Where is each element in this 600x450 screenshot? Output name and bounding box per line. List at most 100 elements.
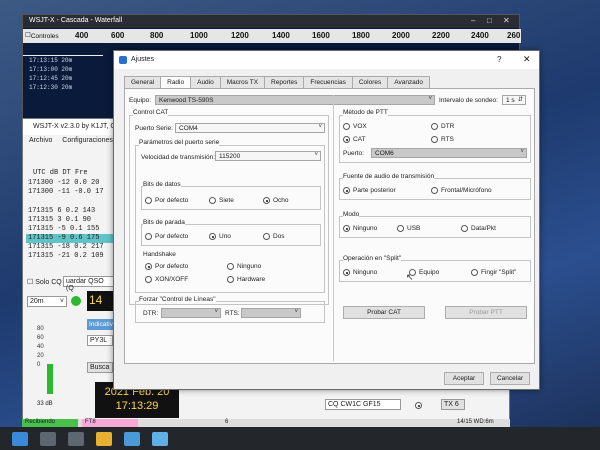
control-cat-title: Control CAT: [133, 109, 169, 116]
modo-ninguno-radio[interactable]: [343, 225, 350, 232]
decode-row[interactable]: 171315 -21 0.2 109: [26, 252, 116, 261]
equipo-select[interactable]: Kenwood TS-590S ˅: [155, 95, 435, 105]
split-ninguno-radio[interactable]: [343, 269, 350, 276]
help-icon[interactable]: ?: [497, 55, 501, 64]
chevron-down-icon: ˅: [314, 152, 318, 158]
tab-frecuencias[interactable]: Frecuencias: [303, 76, 353, 88]
radio-label: VOX: [353, 123, 367, 130]
search-icon[interactable]: [40, 431, 56, 446]
bits-parada-dos-radio[interactable]: [263, 233, 270, 240]
dtr-label: DTR:: [143, 310, 159, 317]
forzar-title: Forzar "Control de Líneas": [139, 296, 216, 303]
controls-checkbox-label[interactable]: ☐ Controles: [25, 31, 59, 40]
decode-row-highlighted[interactable]: 171315 -9 0.6 175: [26, 234, 116, 243]
minimize-icon[interactable]: –: [471, 16, 475, 25]
decode-row[interactable]: 171315 -18 0.2 217: [26, 243, 116, 252]
radio-label: Por defecto: [155, 197, 189, 204]
probar-cat-button[interactable]: Probar CAT: [343, 306, 425, 319]
tab-avanzado[interactable]: Avanzado: [387, 76, 431, 88]
file-explorer-icon[interactable]: [96, 431, 112, 446]
scale-tick: 1200: [231, 31, 249, 40]
menu-item-configuraciones[interactable]: Configuraciones: [62, 137, 113, 144]
scale-tick: 260: [507, 31, 521, 40]
tab-bar: General Radio Audio Macros TX Reportes F…: [124, 76, 431, 89]
radio-label: Hardware: [237, 276, 266, 283]
bits-datos-siete-radio[interactable]: [209, 197, 216, 204]
tx-radio[interactable]: [415, 402, 422, 409]
tab-audio[interactable]: Audio: [190, 76, 221, 88]
radio-label: RTS: [441, 136, 454, 143]
intervalo-label: Intervalo de sondeo:: [439, 97, 498, 104]
rts-select[interactable]: ˅: [241, 308, 301, 318]
intervalo-spinner[interactable]: 1 s ⇵: [502, 95, 526, 105]
tab-general[interactable]: General: [124, 76, 162, 88]
tx-message-field[interactable]: CQ CW1C GF15: [325, 399, 401, 410]
close-icon[interactable]: ✕: [503, 16, 510, 25]
ptt-cat-radio[interactable]: [343, 136, 350, 143]
solo-cq-checkbox[interactable]: ☐ Solo CQ: [27, 278, 62, 286]
bits-parada-uno-radio[interactable]: [209, 233, 216, 240]
band-select[interactable]: 20m ˅: [27, 296, 67, 307]
task-view-icon[interactable]: [68, 431, 84, 446]
decode-row[interactable]: 171300 -12 0.0 20: [26, 179, 116, 188]
scale-tick: 2000: [392, 31, 410, 40]
bits-datos-ocho-radio[interactable]: [263, 197, 270, 204]
close-icon[interactable]: ✕: [523, 54, 531, 65]
tab-colores[interactable]: Colores: [351, 76, 389, 88]
guardar-qso-button[interactable]: uardar QSO (Q: [63, 276, 115, 292]
mail-icon[interactable]: [152, 431, 168, 446]
aceptar-button[interactable]: Aceptar: [444, 372, 484, 385]
waterfall-row: 17:12:30 20m: [29, 84, 73, 91]
chevron-down-icon: ˅: [318, 124, 322, 130]
puerto-serie-select[interactable]: COM4 ˅: [175, 123, 325, 133]
handshake-ninguno-radio[interactable]: [227, 263, 234, 270]
radio-label: CAT: [353, 136, 366, 143]
clock-time: 17:13:29: [115, 400, 159, 412]
modo-usb-radio[interactable]: [397, 225, 404, 232]
waterfall-row: 17:13:15 20m: [29, 57, 73, 64]
scale-tick: 1000: [190, 31, 208, 40]
split-fingir-radio[interactable]: [471, 269, 478, 276]
dtr-select[interactable]: ˅: [161, 308, 221, 318]
audio-front-radio[interactable]: [431, 187, 438, 194]
ptt-puerto-select[interactable]: COM6 ˅: [371, 148, 527, 158]
probar-ptt-button[interactable]: Probar PTT: [445, 306, 527, 319]
tx6-button[interactable]: TX 6: [441, 399, 465, 410]
radio-label: Fingir "Split": [481, 269, 517, 276]
velocidad-label: Velocidad de transmisión:: [141, 154, 216, 161]
maximize-icon[interactable]: □: [487, 16, 492, 25]
modo-data-radio[interactable]: [461, 225, 468, 232]
radio-label: Siete: [219, 197, 234, 204]
menu-item-archivo[interactable]: Archivo: [29, 137, 52, 144]
store-icon[interactable]: [124, 431, 140, 446]
start-icon[interactable]: [12, 431, 28, 446]
radio-tab-panel: Equipo: Kenwood TS-590S ˅ Intervalo de so…: [124, 88, 535, 364]
modo-title: Modo: [343, 211, 360, 218]
call-field[interactable]: PY3L: [87, 335, 113, 346]
ptt-dtr-radio[interactable]: [431, 123, 438, 130]
scale-tick: 1800: [352, 31, 370, 40]
handshake-default-radio[interactable]: [145, 263, 152, 270]
cancelar-button[interactable]: Cancelar: [490, 372, 530, 385]
radio-label: Ocho: [273, 197, 289, 204]
scale-tick: 2400: [471, 31, 489, 40]
tab-macros-tx[interactable]: Macros TX: [219, 76, 266, 88]
velocidad-select[interactable]: 115200 ˅: [215, 151, 321, 161]
handshake-hardware-radio[interactable]: [227, 276, 234, 283]
buscar-button[interactable]: Busca: [87, 362, 113, 373]
ptt-rts-radio[interactable]: [431, 136, 438, 143]
radio-label: Uno: [219, 233, 231, 240]
audio-rear-radio[interactable]: [343, 187, 350, 194]
handshake-xonxoff-radio[interactable]: [145, 276, 152, 283]
decode-row[interactable]: 171315 6 0.2 143: [26, 207, 116, 216]
decode-row[interactable]: 171300 -11 -0.0 17: [26, 188, 116, 197]
tab-reportes[interactable]: Reportes: [264, 76, 305, 88]
bits-datos-default-radio[interactable]: [145, 197, 152, 204]
audio-source-title: Fuente de audio de transmisión: [343, 173, 435, 180]
bits-parada-default-radio[interactable]: [145, 233, 152, 240]
ptt-vox-radio[interactable]: [343, 123, 350, 130]
decode-row[interactable]: 171315 3 0.1 90: [26, 216, 116, 225]
handshake-title: Handshake: [143, 251, 176, 258]
radio-label: Ninguno: [353, 269, 378, 276]
decode-row[interactable]: 171315 -5 0.1 155: [26, 225, 116, 234]
